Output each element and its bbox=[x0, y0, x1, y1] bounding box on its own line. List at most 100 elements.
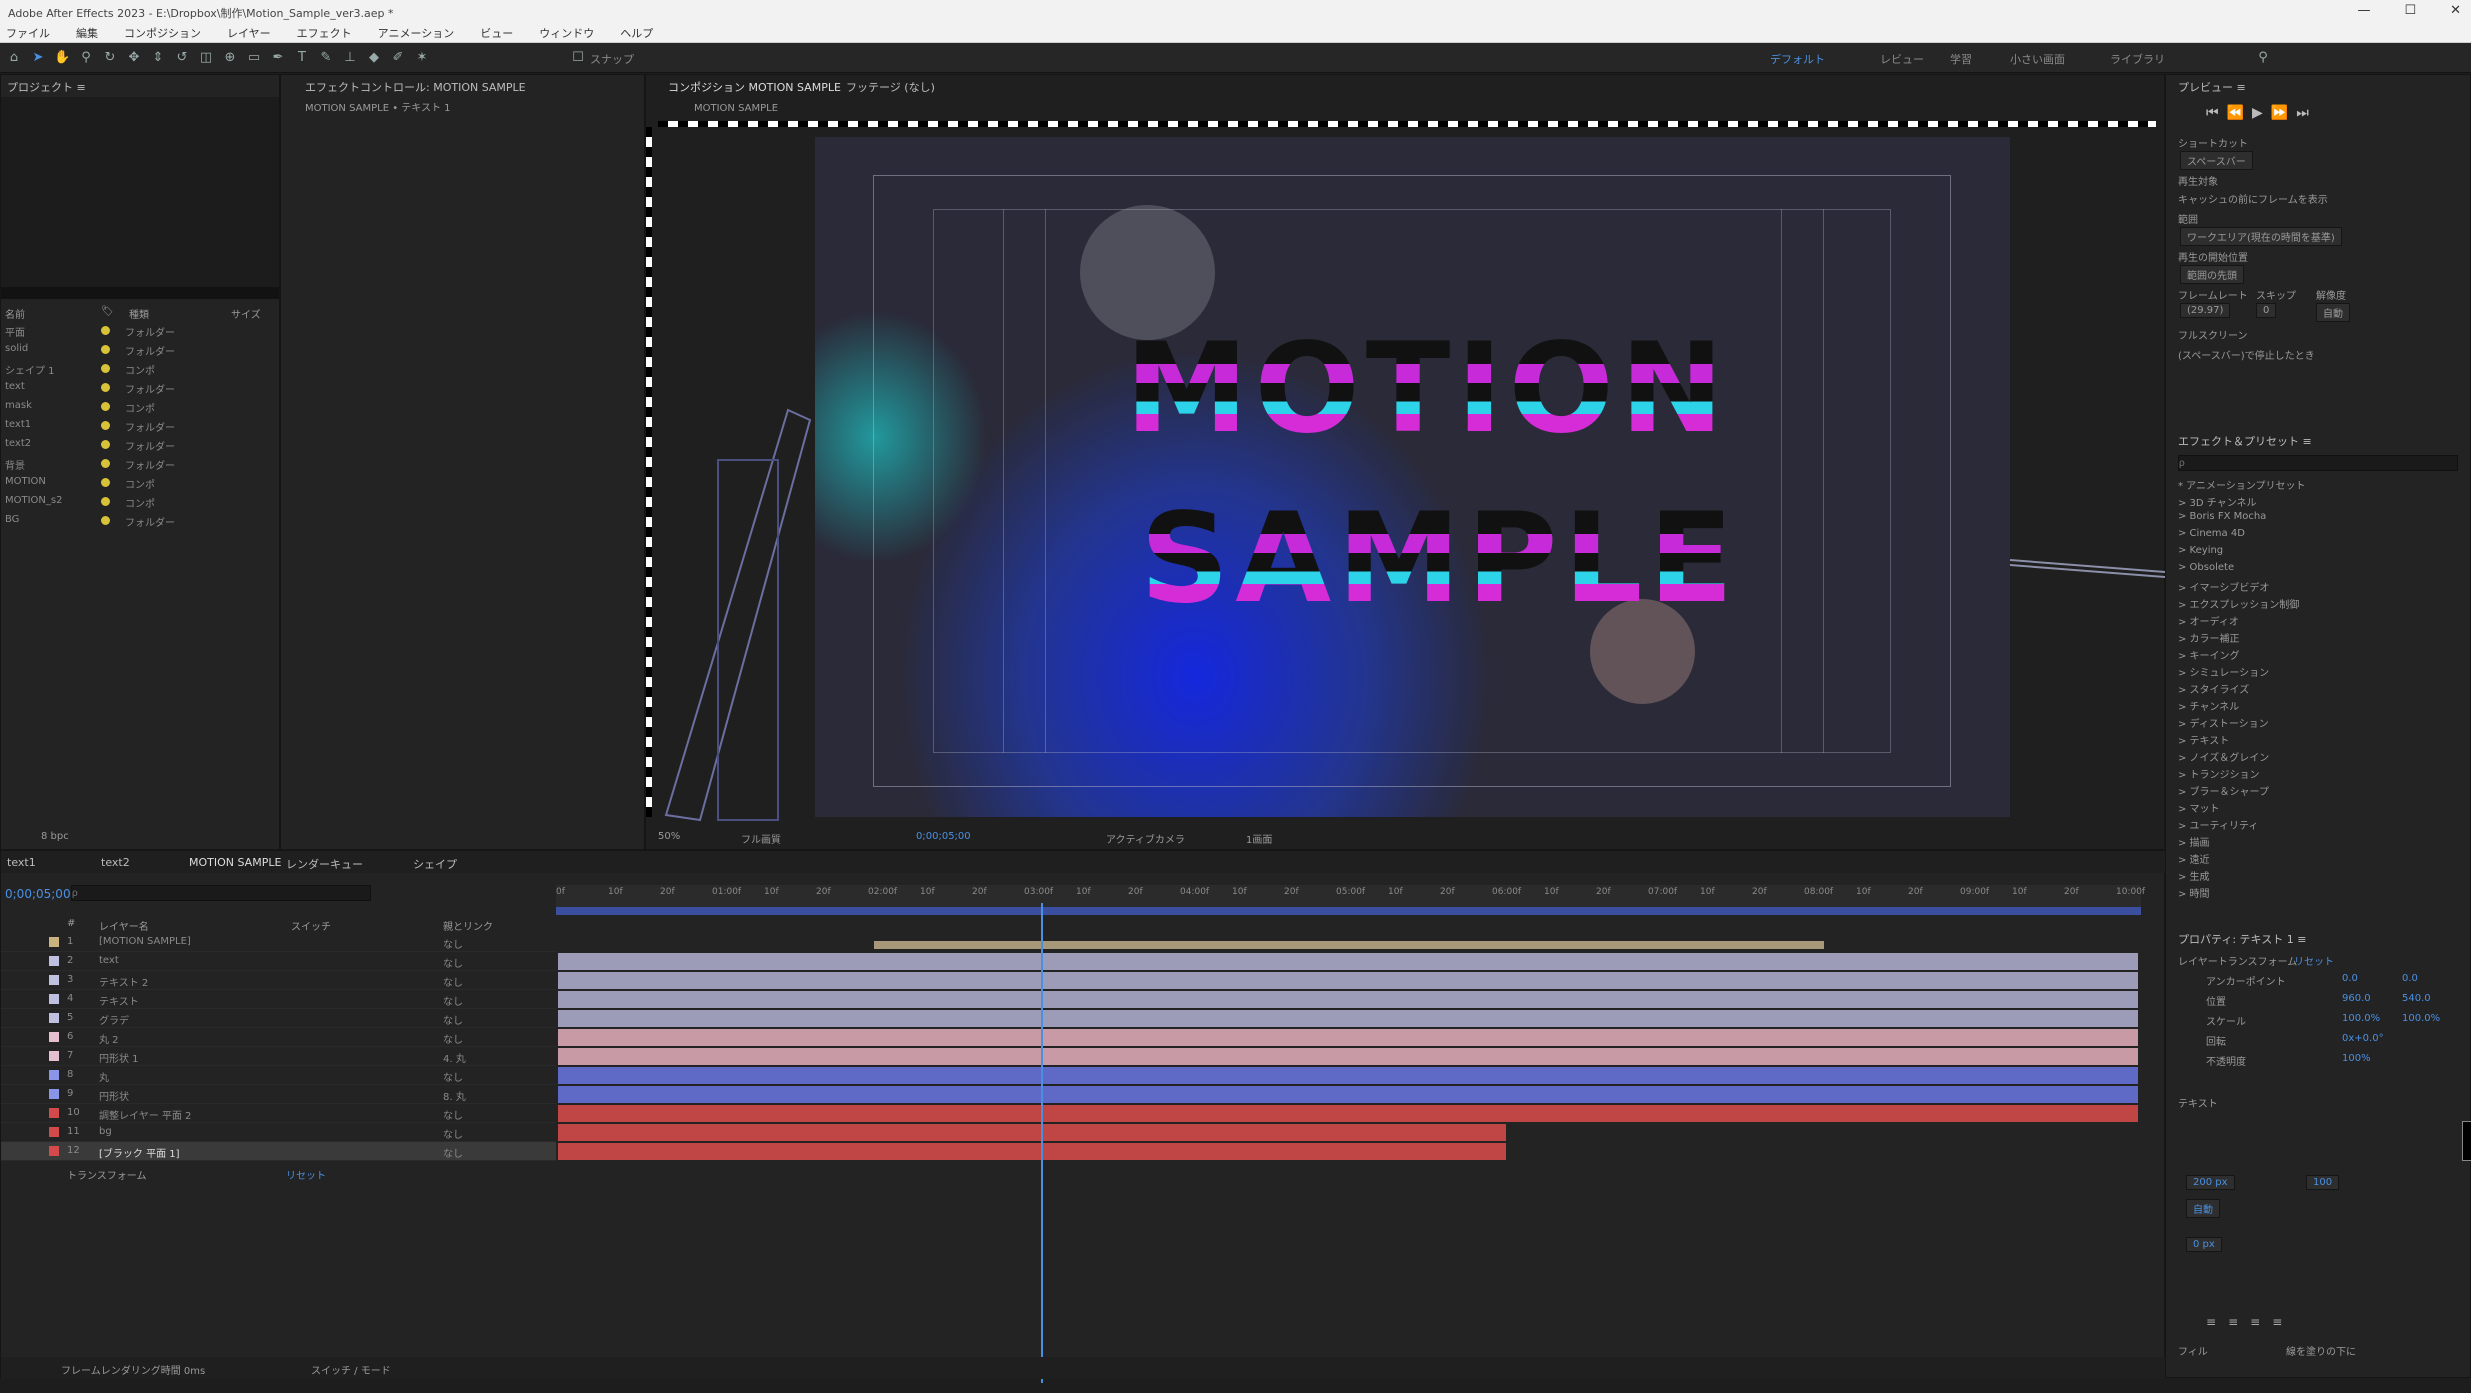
composition-tab[interactable]: コンポジション MOTION SAMPLE bbox=[668, 79, 841, 95]
layer-bar[interactable] bbox=[558, 972, 2138, 989]
effects-presets-tab[interactable]: エフェクト＆プリセット ≡ bbox=[2178, 433, 2312, 449]
project-search-bar[interactable] bbox=[1, 287, 279, 299]
effect-category-item[interactable]: > 描画 bbox=[2178, 834, 2210, 849]
play-from-dropdown[interactable]: 範囲の先頭 bbox=[2180, 265, 2244, 284]
layer-bar[interactable] bbox=[558, 1029, 2138, 1046]
fill-color-swatch[interactable] bbox=[2462, 1121, 2471, 1161]
column-parent[interactable]: 親とリンク bbox=[443, 918, 493, 933]
transform-reset-link[interactable]: リセット bbox=[286, 1167, 326, 1182]
workspace-default[interactable]: デフォルト bbox=[1770, 51, 1825, 67]
column-type[interactable]: 種類 bbox=[129, 306, 149, 321]
menu-help[interactable]: ヘルプ bbox=[620, 25, 653, 41]
project-item[interactable]: mask コンポ bbox=[1, 397, 276, 416]
last-frame-icon[interactable]: ⏭ bbox=[2296, 105, 2317, 121]
hand-tool-icon[interactable]: ✋ bbox=[54, 50, 70, 66]
project-item[interactable]: MOTION コンポ bbox=[1, 473, 276, 492]
effect-category-item[interactable]: > ユーティリティ bbox=[2178, 817, 2258, 832]
effect-category-item[interactable]: > トランジション bbox=[2178, 766, 2260, 781]
project-item[interactable]: text フォルダー bbox=[1, 378, 276, 397]
workspace-review[interactable]: レビュー bbox=[1880, 51, 1924, 67]
menu-file[interactable]: ファイル bbox=[6, 25, 50, 41]
timeline-tab-text2[interactable]: text2 bbox=[101, 856, 130, 869]
selection-tool-icon[interactable]: ➤ bbox=[30, 50, 46, 66]
workspace-small-screen[interactable]: 小さい画面 bbox=[2010, 51, 2065, 67]
menu-animation[interactable]: アニメーション bbox=[378, 25, 455, 41]
clone-stamp-tool-icon[interactable]: ⊥ bbox=[342, 50, 358, 66]
property-value[interactable]: 0.0 bbox=[2402, 973, 2418, 984]
toggle-switches-modes[interactable]: スイッチ / モード bbox=[311, 1362, 391, 1377]
roto-brush-tool-icon[interactable]: ✐ bbox=[390, 50, 406, 66]
stroke-order-checkbox[interactable]: 線を塗りの下に bbox=[2286, 1343, 2356, 1358]
layer-bar[interactable] bbox=[558, 1105, 2138, 1122]
tracking-field[interactable]: 100 bbox=[2306, 1175, 2340, 1190]
preview-tab[interactable]: プレビュー ≡ bbox=[2178, 79, 2246, 95]
timeline-layer-row[interactable]: 4 テキスト なし bbox=[1, 990, 556, 1009]
effect-category-item[interactable]: > 遠近 bbox=[2178, 851, 2210, 866]
project-item[interactable]: text1 フォルダー bbox=[1, 416, 276, 435]
effect-category-item[interactable]: > シミュレーション bbox=[2178, 664, 2269, 679]
menu-edit[interactable]: 編集 bbox=[76, 25, 98, 41]
menu-view[interactable]: ビュー bbox=[480, 25, 513, 41]
timeline-layer-row[interactable]: 3 テキスト 2 なし bbox=[1, 971, 556, 990]
effect-controls-tab[interactable]: エフェクトコントロール: MOTION SAMPLE bbox=[305, 79, 526, 95]
timeline-tab-shape[interactable]: シェイプ bbox=[413, 856, 457, 872]
property-value[interactable]: 100.0% bbox=[2342, 1013, 2380, 1024]
fill-checkbox[interactable]: フィル bbox=[2178, 1343, 2208, 1358]
effect-category-item[interactable]: > 生成 bbox=[2178, 868, 2210, 883]
composition-canvas[interactable]: MOTION SAMPLE bbox=[815, 137, 2010, 817]
timeline-layer-row[interactable]: 1 [MOTION SAMPLE] なし bbox=[1, 933, 556, 952]
orbit-tool-icon[interactable]: ↻ bbox=[102, 50, 118, 66]
layer-bar[interactable] bbox=[558, 1086, 2138, 1103]
layer-bar[interactable] bbox=[558, 1010, 2138, 1027]
effect-category-item[interactable]: > ディストーション bbox=[2178, 715, 2269, 730]
effect-category-item[interactable]: * アニメーションプリセット bbox=[2178, 477, 2305, 492]
column-switches[interactable]: スイッチ bbox=[291, 918, 331, 933]
effect-category-item[interactable]: > Boris FX Mocha bbox=[2178, 511, 2266, 522]
work-area-bar[interactable] bbox=[556, 907, 2141, 915]
maximize-button[interactable]: ☐ bbox=[2404, 3, 2416, 18]
effect-category-item[interactable]: > テキスト bbox=[2178, 732, 2229, 747]
property-value[interactable]: 100.0% bbox=[2402, 1013, 2440, 1024]
layer-bar[interactable] bbox=[558, 1143, 1506, 1160]
timeline-layer-row[interactable]: 10 調整レイヤー 平面 2 なし bbox=[1, 1104, 556, 1123]
dolly-tool-icon[interactable]: ⇕ bbox=[150, 50, 166, 66]
align-left-icon[interactable]: ≡ bbox=[2206, 1315, 2228, 1329]
sample-text[interactable]: SAMPLE bbox=[1140, 497, 1739, 621]
property-value[interactable]: 100% bbox=[2342, 1053, 2371, 1064]
effect-category-item[interactable]: > 時間 bbox=[2178, 885, 2210, 900]
motion-text[interactable]: MOTION bbox=[1125, 327, 1730, 451]
footage-tab[interactable]: フッテージ (なし) bbox=[846, 79, 935, 95]
timeline-layer-row[interactable]: 7 円形状 1 4. 丸 bbox=[1, 1047, 556, 1066]
project-item[interactable]: 背景 フォルダー bbox=[1, 454, 276, 473]
font-size-field[interactable]: 200 px bbox=[2186, 1175, 2235, 1190]
effect-category-item[interactable]: > 3D チャンネル bbox=[2178, 494, 2257, 509]
property-value[interactable]: 960.0 bbox=[2342, 993, 2371, 1004]
timeline-layer-row[interactable]: 11 bg なし bbox=[1, 1123, 556, 1142]
project-item[interactable]: BG フォルダー bbox=[1, 511, 276, 530]
effect-category-item[interactable]: > ブラー＆シャープ bbox=[2178, 783, 2269, 798]
playhead[interactable] bbox=[1041, 903, 1043, 1383]
property-value[interactable]: 0.0 bbox=[2342, 973, 2358, 984]
eraser-tool-icon[interactable]: ◆ bbox=[366, 50, 382, 66]
camera-tool-icon[interactable]: ◫ bbox=[198, 50, 214, 66]
camera-dropdown[interactable]: アクティブカメラ bbox=[1106, 831, 1185, 846]
play-icon[interactable]: ▶ bbox=[2252, 105, 2271, 121]
column-label[interactable]: 🏷 bbox=[101, 306, 114, 317]
effect-category-item[interactable]: > Obsolete bbox=[2178, 562, 2234, 573]
effect-category-item[interactable]: > Keying bbox=[2178, 545, 2223, 556]
effect-category-item[interactable]: > マット bbox=[2178, 800, 2220, 815]
effect-category-item[interactable]: > エクスプレッション制御 bbox=[2178, 596, 2299, 611]
zoom-tool-icon[interactable]: ⚲ bbox=[78, 50, 94, 66]
timeline-search-input[interactable] bbox=[71, 885, 371, 901]
project-item[interactable]: MOTION_s2 コンポ bbox=[1, 492, 276, 511]
menu-window[interactable]: ウィンドウ bbox=[539, 25, 594, 41]
timeline-layer-row[interactable]: 9 円形状 8. 丸 bbox=[1, 1085, 556, 1104]
anchor-tool-icon[interactable]: ⊕ bbox=[222, 50, 238, 66]
fps-dropdown[interactable]: (29.97) bbox=[2180, 303, 2231, 318]
layer-bar[interactable] bbox=[558, 953, 2138, 970]
range-dropdown[interactable]: ワークエリア(現在の時間を基準) bbox=[2180, 227, 2342, 246]
fullscreen-checkbox[interactable]: フルスクリーン bbox=[2178, 327, 2248, 342]
menu-composition[interactable]: コンポジション bbox=[124, 25, 201, 41]
timeline-tab-motion-sample[interactable]: MOTION SAMPLE bbox=[189, 856, 281, 869]
project-item[interactable]: text2 フォルダー bbox=[1, 435, 276, 454]
